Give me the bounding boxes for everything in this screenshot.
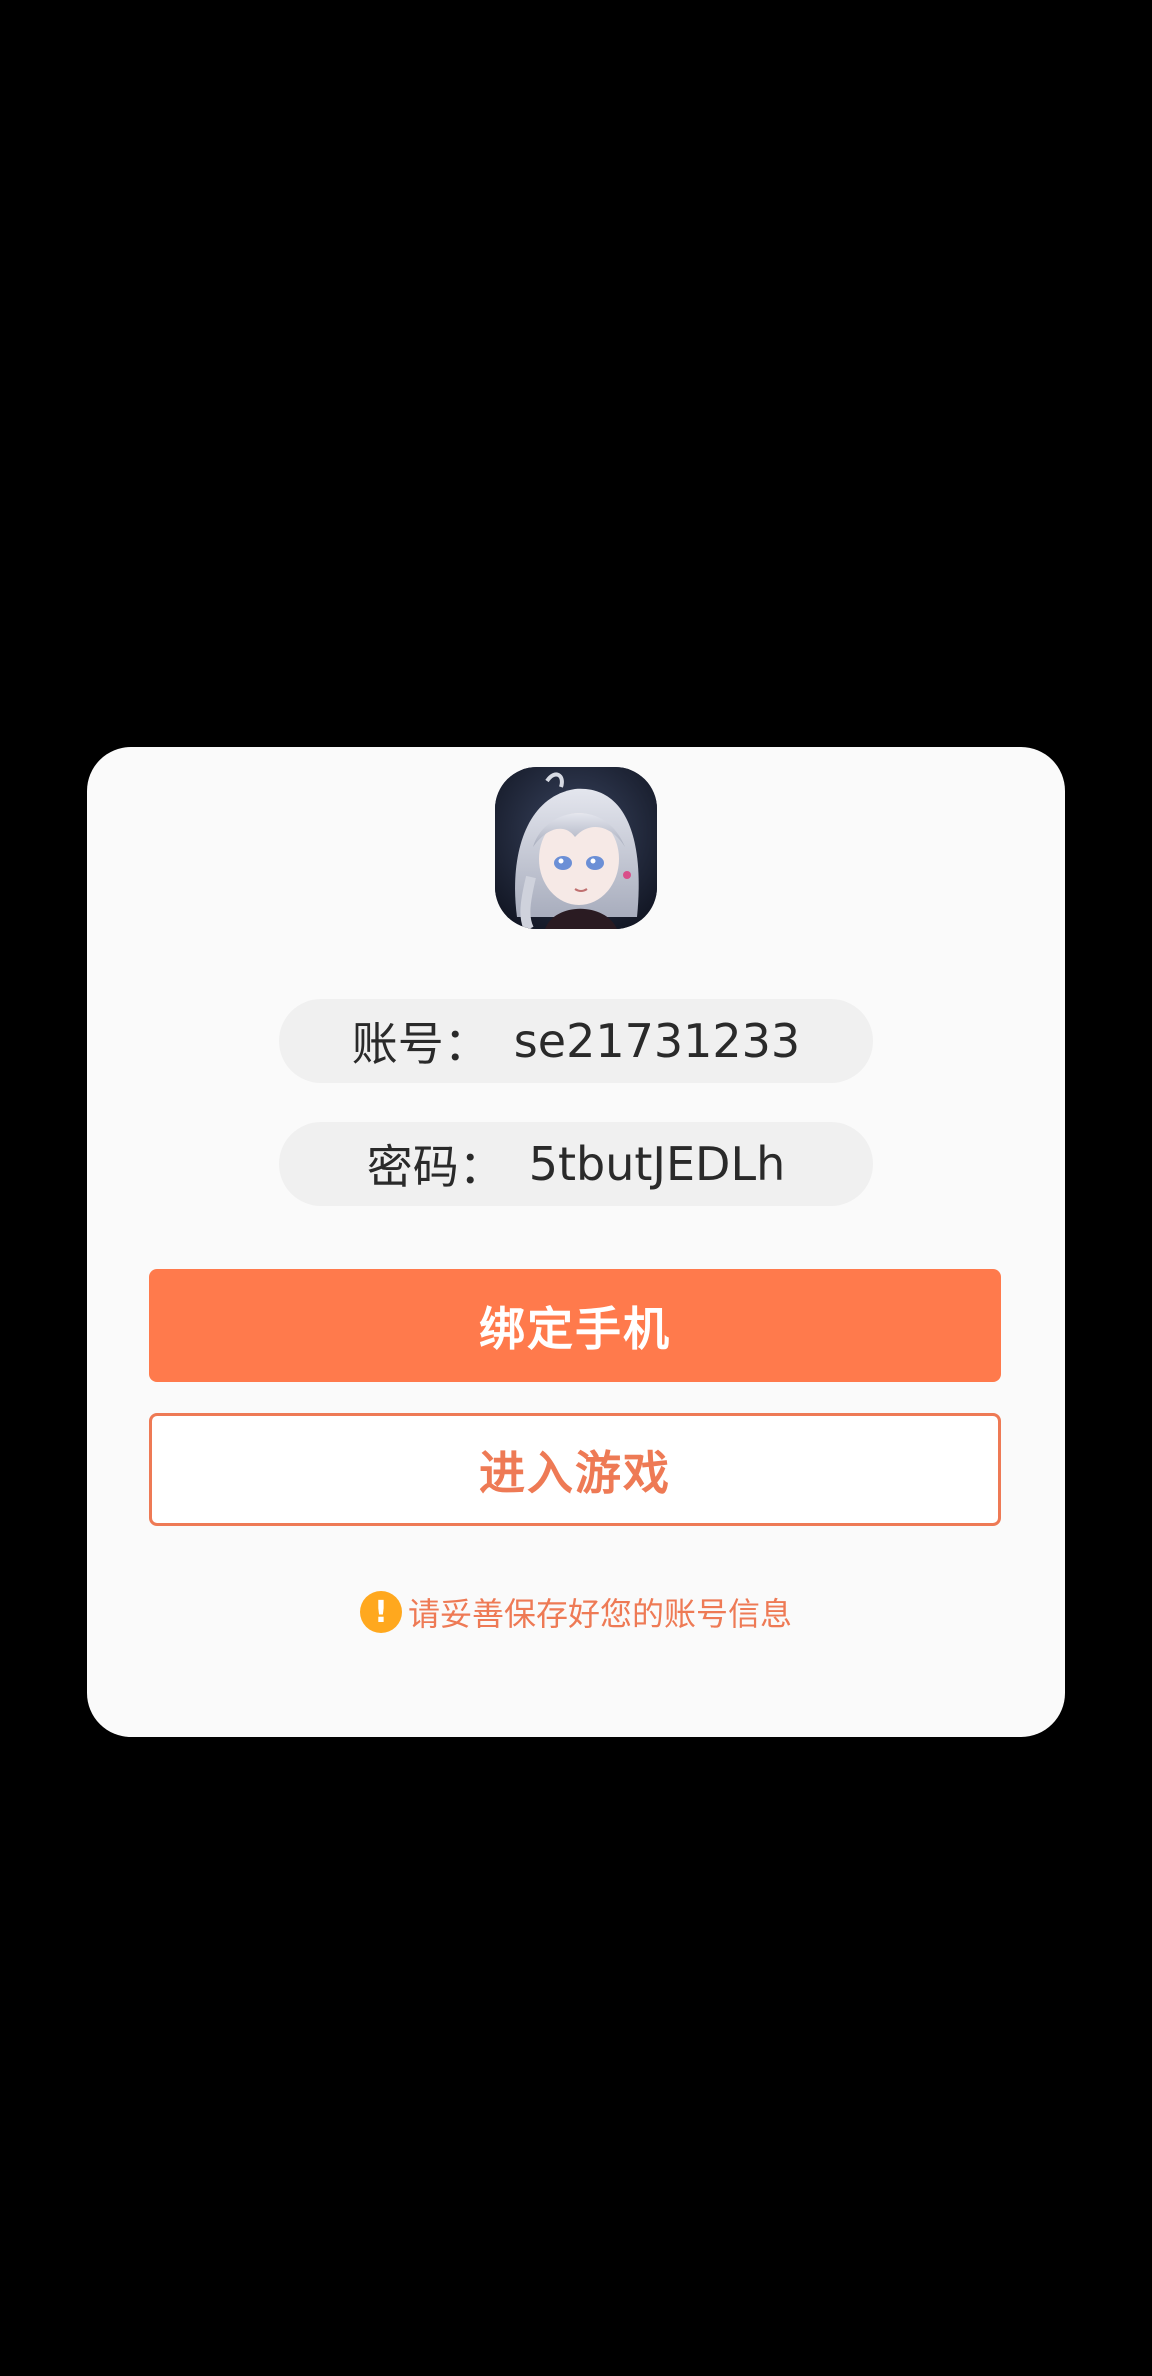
account-value: se21731233	[513, 1014, 801, 1068]
warning-icon: !	[359, 1591, 402, 1633]
bind-phone-button[interactable]: 绑定手机	[149, 1269, 1001, 1382]
password-value: 5tbutJEDLh	[528, 1137, 786, 1191]
password-field: 密码： 5tbutJEDLh	[279, 1122, 873, 1206]
account-field: 账号： se21731233	[279, 999, 873, 1083]
game-avatar-image	[495, 767, 657, 929]
enter-game-button[interactable]: 进入游戏	[149, 1413, 1001, 1526]
notice-text: 请妥善保存好您的账号信息	[407, 1595, 792, 1633]
account-label: 账号：	[351, 1017, 490, 1071]
account-info-dialog: 账号： se21731233 密码： 5tbutJEDLh 绑定手机 进入游戏 …	[87, 747, 1065, 1737]
password-label: 密码：	[366, 1140, 505, 1194]
character-portrait-icon	[495, 767, 657, 929]
save-account-notice: ! 请妥善保存好您的账号信息	[87, 1587, 1065, 1637]
